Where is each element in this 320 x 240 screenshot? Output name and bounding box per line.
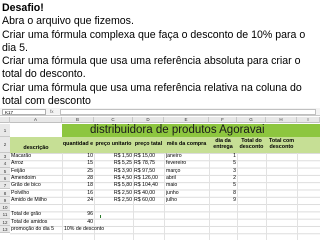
row-header-9[interactable]: 9	[0, 196, 10, 205]
row-header-10[interactable]: 10	[0, 204, 10, 212]
instruction-line-7: total com desconto	[2, 95, 91, 108]
column-headers: A B C D E F G H I	[0, 117, 320, 123]
header-dia-entrega[interactable]: dia da entrega	[209, 137, 237, 153]
cell-preco-unitario[interactable]: R$ 2,50	[96, 197, 132, 205]
column-header-i[interactable]: I	[297, 117, 320, 123]
row-header-13[interactable]: 13	[0, 226, 10, 234]
name-box[interactable]: K17	[2, 109, 46, 115]
row-header-8[interactable]: 8	[0, 189, 10, 197]
header-preco-total[interactable]: preço tatal	[133, 137, 164, 153]
row-header-5[interactable]: 5	[0, 167, 10, 175]
mouse-cursor-icon	[100, 215, 101, 218]
cell-summary-label[interactable]: promoção do dia 5	[11, 226, 61, 234]
row-header-1[interactable]: 1	[0, 124, 10, 137]
banner-title: distribuidora de produtos Agoravai	[90, 124, 265, 136]
row-header-11[interactable]: 11	[0, 211, 10, 219]
instructions-text: Desafio! Abra o arquivo que fizemos. Cri…	[2, 2, 318, 108]
column-header-h[interactable]: H	[266, 117, 297, 123]
row-header-6[interactable]: 6	[0, 174, 10, 183]
column-header-d[interactable]: D	[133, 117, 164, 123]
formula-bar: K17 fx	[0, 108, 320, 116]
cell-dia-entrega[interactable]: 9	[209, 197, 236, 205]
select-all-corner[interactable]	[0, 117, 10, 123]
column-header-b[interactable]: B	[62, 117, 94, 123]
header-mes-compra[interactable]: mês da compra	[164, 137, 209, 153]
instruction-line-5: total do desconto.	[2, 68, 86, 81]
instruction-line-1: Abra o arquivo que fizemos.	[2, 15, 134, 28]
header-descricao[interactable]: descrição	[10, 137, 62, 153]
cell-quantidade[interactable]: 24	[62, 197, 93, 205]
formula-input[interactable]	[60, 109, 316, 115]
challenge-title: Desafio!	[2, 2, 44, 14]
header-quantidade[interactable]: quantidad e	[62, 137, 94, 153]
column-divider	[266, 153, 267, 240]
instruction-line-6: Criar uma fórmula que usa uma referência…	[2, 81, 302, 94]
header-total-desconto[interactable]: Total do desconto	[237, 137, 266, 153]
column-header-g[interactable]: G	[237, 117, 266, 123]
row-header-4[interactable]: 4	[0, 160, 10, 168]
column-divider	[237, 153, 238, 240]
header-total-com-desconto[interactable]: Total com desconto	[266, 137, 297, 153]
row-header-7[interactable]: 7	[0, 182, 10, 190]
column-header-f[interactable]: F	[209, 117, 237, 123]
row-header-12[interactable]: 12	[0, 218, 10, 226]
instruction-line-2: Criar uma fórmula complexa que faça o de…	[2, 28, 306, 41]
column-header-c[interactable]: C	[94, 117, 133, 123]
row-header-2[interactable]: 2	[0, 137, 10, 153]
cell-preco-total[interactable]: R$ 60,00	[134, 197, 164, 205]
cell-summary-value[interactable]: 10% de desconto	[64, 226, 124, 234]
row-header-3[interactable]: 3	[0, 153, 10, 161]
title-banner[interactable]: distribuidora de produtos Agoravai	[62, 124, 320, 137]
instruction-line-3: dia 5.	[2, 41, 28, 54]
header-preco-unitario[interactable]: preço unitario	[94, 137, 133, 153]
spreadsheet-window: K17 fx A B C D E F G H I 1 2 3 4 5 6 7 8…	[0, 108, 320, 240]
cell-descricao[interactable]: Amido de Milho	[11, 197, 61, 205]
cell-mes-compra[interactable]: julho	[166, 197, 208, 205]
column-header-e[interactable]: E	[164, 117, 209, 123]
column-divider	[297, 153, 298, 240]
fx-icon[interactable]: fx	[50, 109, 56, 115]
column-header-a[interactable]: A	[10, 117, 62, 123]
instruction-line-4: Criar uma fórmula que usa uma referência…	[2, 55, 301, 68]
column-divider	[164, 153, 165, 240]
